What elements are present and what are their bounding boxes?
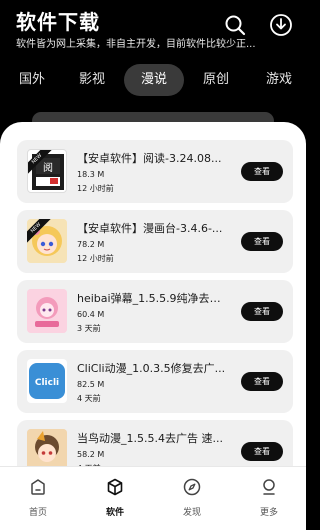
- tab-foreign[interactable]: 国外: [10, 64, 54, 96]
- nav-discover[interactable]: 发现: [162, 477, 222, 523]
- app-time: 3 天前: [77, 324, 101, 333]
- app-time: 12 小时前: [77, 184, 114, 193]
- compass-icon: [183, 478, 201, 496]
- profile-icon: [263, 479, 275, 495]
- app-time: 12 小时前: [77, 254, 114, 263]
- download-button[interactable]: [268, 12, 294, 38]
- page-title: 软件下载: [16, 10, 100, 34]
- manga-girl-icon: NEW: [27, 219, 67, 263]
- app-card[interactable]: heibai弹幕_1.5.5.9纯净去广... 60.4 M 3 天前 查看: [17, 280, 293, 343]
- tab-original[interactable]: 原创: [194, 64, 238, 96]
- tab-manga[interactable]: 漫说: [124, 64, 184, 96]
- search-button[interactable]: [222, 12, 248, 38]
- app-name: 【安卓软件】阅读-3.24.08...: [77, 152, 222, 165]
- app-size: 60.4 M: [77, 310, 105, 319]
- nav-software[interactable]: 软件: [85, 477, 145, 523]
- nav-home[interactable]: 首页: [8, 477, 68, 523]
- tab-games[interactable]: 游戏: [256, 64, 302, 96]
- view-button[interactable]: 查看: [241, 162, 283, 181]
- app-time: 4 天前: [77, 394, 101, 403]
- category-tabs: 国外 影视 漫说 原创 游戏: [0, 64, 306, 96]
- nav-label: 首页: [28, 508, 47, 518]
- nav-more[interactable]: 更多: [239, 477, 299, 523]
- app-size: 18.3 M: [77, 170, 105, 179]
- nav-label: 软件: [105, 508, 124, 518]
- nav-label: 更多: [259, 508, 278, 518]
- clicli-logo-icon: Clicli: [27, 359, 67, 403]
- app-name: 当鸟动漫_1.5.5.4去广告 速...: [77, 432, 223, 445]
- app-name: 【安卓软件】漫画台-3.4.6-...: [77, 222, 223, 235]
- pink-anime-icon: [27, 289, 67, 333]
- clicli-logo-text: Clicli: [35, 378, 59, 388]
- svg-text:阅: 阅: [43, 161, 53, 174]
- home-icon: [31, 479, 45, 495]
- app-card[interactable]: 阅 NEW 【安卓软件】阅读-3.24.08... 18.3 M 12 小时前 …: [17, 140, 293, 203]
- view-button[interactable]: 查看: [241, 232, 283, 251]
- app-size: 78.2 M: [77, 240, 105, 249]
- bottom-navigation: 首页 软件 发现 更多: [0, 466, 306, 530]
- view-button[interactable]: 查看: [241, 442, 283, 461]
- cube-icon: [107, 478, 123, 496]
- view-button[interactable]: 查看: [241, 302, 283, 321]
- book-reading-icon: 阅 NEW: [27, 149, 67, 193]
- app-size: 58.2 M: [77, 450, 105, 459]
- header: 软件下载 软件皆为网上采集，非自主开发，目前软件比较少正... 国外 影视 漫说…: [0, 0, 306, 126]
- app-name: heibai弹幕_1.5.5.9纯净去广...: [77, 292, 229, 305]
- app-size: 82.5 M: [77, 380, 105, 389]
- nav-label: 发现: [182, 508, 201, 518]
- view-button[interactable]: 查看: [241, 372, 283, 391]
- search-icon: [225, 15, 246, 36]
- app-card[interactable]: NEW 【安卓软件】漫画台-3.4.6-... 78.2 M 12 小时前 查看: [17, 210, 293, 273]
- app-card[interactable]: Clicli CliCli动漫_1.0.3.5修复去广... 82.5 M 4 …: [17, 350, 293, 413]
- download-icon: [270, 14, 292, 36]
- tab-video[interactable]: 影视: [70, 64, 114, 96]
- app-name: CliCli动漫_1.0.3.5修复去广...: [77, 362, 226, 375]
